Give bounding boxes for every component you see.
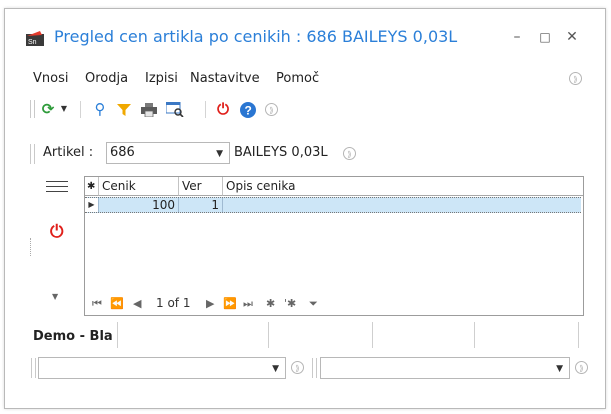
bottom-right-combo[interactable]: ▼: [320, 357, 570, 379]
filter-icon[interactable]: [114, 98, 134, 120]
power-icon[interactable]: ⏻: [213, 98, 233, 120]
article-label: Artikel :: [43, 145, 94, 160]
prev-page-group-icon[interactable]: ⏪: [110, 297, 124, 310]
article-grip: [30, 144, 35, 164]
maximize-button[interactable]: □: [534, 26, 556, 48]
refresh-dropdown-icon[interactable]: ▼: [58, 98, 70, 120]
toolbar-separator: [205, 101, 206, 118]
toolbar-grip: [30, 100, 35, 118]
column-header-cenik[interactable]: Cenik: [99, 177, 179, 196]
tab-divider: [578, 322, 579, 348]
help-icon[interactable]: ?: [238, 98, 258, 120]
svg-text:Sn: Sn: [28, 39, 37, 46]
hamburger-icon[interactable]: [46, 181, 68, 192]
tab-divider: [474, 322, 475, 348]
filter-record-icon[interactable]: ⏷: [309, 297, 318, 311]
article-overflow-icon[interactable]: ⟫: [343, 147, 356, 160]
edit-record-icon[interactable]: '✱: [284, 297, 296, 310]
last-page-icon[interactable]: ⏭: [243, 297, 253, 311]
column-header-opis[interactable]: Opis cenika: [223, 177, 583, 196]
page-info: 1 of 1: [156, 296, 191, 310]
chevron-down-icon[interactable]: ▼: [52, 292, 58, 301]
bottom-grip: [312, 358, 317, 378]
chevron-down-icon[interactable]: ▼: [216, 149, 223, 159]
tab-divider: [372, 322, 373, 348]
table-row[interactable]: ▶ 100 1: [85, 197, 581, 213]
column-header-ver[interactable]: Ver: [179, 177, 223, 196]
grid-corner-icon: ✱: [85, 177, 99, 196]
minimize-button[interactable]: –: [506, 26, 528, 48]
toolbar-separator: [80, 101, 81, 118]
close-button[interactable]: ✕: [561, 26, 583, 48]
next-page-icon[interactable]: ▶: [206, 297, 214, 310]
tab-demo-bla[interactable]: Demo - Bla: [33, 329, 113, 344]
article-code-combo[interactable]: 686 ▼: [106, 142, 230, 164]
cell-opis[interactable]: [223, 198, 581, 212]
menu-orodja[interactable]: Orodja: [85, 71, 128, 86]
chevron-down-icon[interactable]: ▼: [556, 364, 563, 374]
menu-izpisi[interactable]: Izpisi: [145, 71, 178, 86]
price-grid: ✱ Cenik Ver Opis cenika ▶ 100 1: [84, 176, 584, 316]
svg-text:?: ?: [245, 103, 252, 117]
row-indicator-icon: ▶: [85, 198, 99, 212]
menu-pomoc[interactable]: Pomoč: [276, 71, 319, 86]
toolbar-overflow-icon[interactable]: ⟫: [265, 103, 278, 116]
bottom-right-overflow-icon[interactable]: ⟫: [575, 361, 588, 374]
window-title: Pregled cen artikla po cenikih : 686 BAI…: [54, 27, 458, 46]
print-icon[interactable]: [138, 98, 160, 120]
cell-cenik[interactable]: 100: [99, 198, 179, 212]
menu-vnosi[interactable]: Vnosi: [33, 71, 68, 86]
next-page-group-icon[interactable]: ⏩: [223, 297, 237, 310]
article-name: BAILEYS 0,03L: [234, 145, 328, 160]
preview-icon[interactable]: [164, 98, 186, 120]
splitter-handle[interactable]: [30, 238, 32, 256]
append-record-icon[interactable]: ✱: [266, 297, 275, 310]
app-icon: Sn: [26, 30, 46, 47]
power-icon[interactable]: ⏻: [50, 222, 63, 242]
prev-page-icon[interactable]: ◀: [133, 297, 141, 310]
tab-divider: [268, 322, 269, 348]
menu-overflow-icon[interactable]: ⟫: [569, 72, 582, 85]
bottom-left-overflow-icon[interactable]: ⟫: [291, 361, 304, 374]
search-icon[interactable]: ⚲: [90, 98, 110, 120]
first-page-icon[interactable]: ⏮: [92, 297, 102, 311]
bottom-grip: [31, 358, 36, 378]
menu-nastavitve[interactable]: Nastavitve: [190, 71, 260, 86]
tab-divider: [117, 322, 118, 348]
chevron-down-icon[interactable]: ▼: [272, 364, 279, 374]
cell-ver[interactable]: 1: [179, 198, 223, 212]
bottom-left-combo[interactable]: ▼: [38, 357, 286, 379]
article-code-value: 686: [110, 145, 135, 160]
refresh-icon[interactable]: ⟳: [38, 98, 58, 120]
